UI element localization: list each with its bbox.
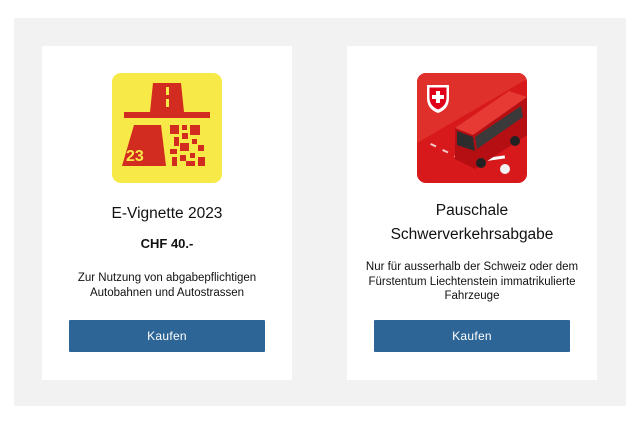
product-card-e-vignette: 23 E-Vignette 2023 CHF 40.- Zur Nutzung … bbox=[42, 46, 292, 380]
product-title: Pauschale Schwerverkehrsabgabe bbox=[347, 199, 597, 247]
product-description: Zur Nutzung von abgabepflichtigen Autoba… bbox=[77, 272, 257, 299]
product-panel: 23 E-Vignette 2023 CHF 40.- Zur Nutzung … bbox=[14, 18, 626, 406]
vignette-year-label: 23 bbox=[126, 148, 144, 165]
product-title-line-1: Pauschale bbox=[435, 202, 509, 219]
buy-button-e-vignette[interactable]: Kaufen bbox=[69, 320, 265, 352]
product-title: E-Vignette 2023 bbox=[111, 205, 223, 222]
product-card-heavy-vehicle-fee: Pauschale Schwerverkehrsabgabe Nur für a… bbox=[347, 46, 597, 380]
product-title-line-2: Schwerverkehrsabgabe bbox=[390, 226, 554, 243]
swiss-heavy-vehicle-bus-icon bbox=[417, 73, 527, 183]
buy-button-heavy-vehicle-fee[interactable]: Kaufen bbox=[374, 320, 570, 352]
product-price: CHF 40.- bbox=[140, 236, 194, 251]
product-description: Nur für ausserhalb der Schweiz oder dem … bbox=[365, 261, 579, 302]
motorway-vignette-icon: 23 bbox=[112, 73, 222, 183]
